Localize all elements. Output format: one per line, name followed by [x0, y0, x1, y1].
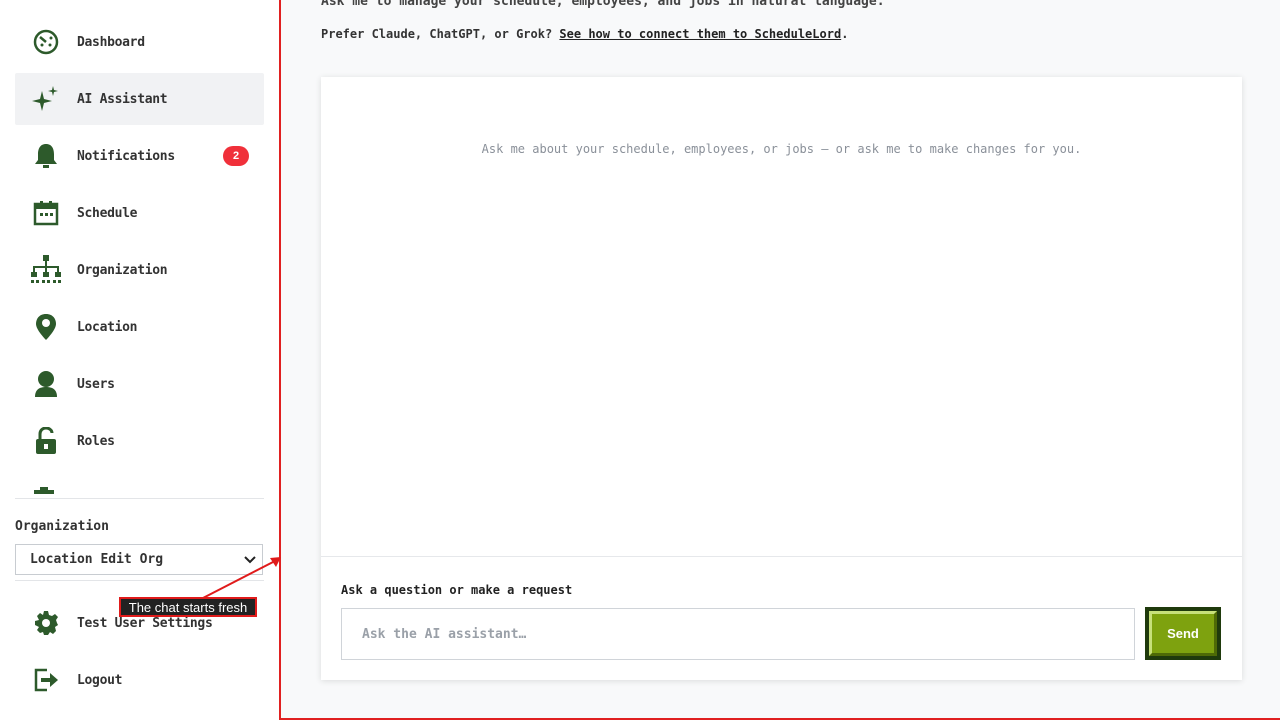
organization-select[interactable]: Location Edit Org [15, 544, 263, 575]
sidebar-item-roles[interactable]: Roles [15, 415, 264, 467]
chat-divider [321, 556, 1242, 557]
sidebar-item-label: AI Assistant [77, 91, 168, 107]
sidebar-item-users[interactable]: Users [15, 358, 264, 410]
main-content: Ask me to manage your schedule, employee… [279, 0, 1280, 720]
org-chart-icon [30, 254, 62, 286]
sidebar-item-label: Users [77, 376, 115, 392]
chat-input-label: Ask a question or make a request [341, 583, 573, 597]
map-pin-icon [30, 311, 62, 343]
connect-note-suffix: . [841, 27, 849, 41]
chat-empty-message: Ask me about your schedule, employees, o… [481, 142, 1082, 156]
sidebar-item-label: Roles [77, 433, 115, 449]
notification-count-badge: 2 [223, 146, 249, 166]
organization-label: Organization [15, 519, 109, 534]
user-icon [30, 368, 62, 400]
sidebar-item-dashboard[interactable]: Dashboard [15, 16, 264, 68]
connect-guide-link[interactable]: See how to connect them to ScheduleLord [559, 27, 841, 41]
sidebar-item-organization[interactable]: Organization [15, 244, 264, 296]
calendar-icon [30, 197, 62, 229]
lock-icon [30, 425, 62, 457]
annotation-label: The chat starts fresh [119, 597, 257, 617]
sidebar-item-label: Test User Settings [77, 615, 213, 631]
page-intro: Ask me to manage your schedule, employee… [321, 0, 885, 9]
sidebar-divider [15, 580, 264, 581]
dashboard-icon [30, 26, 62, 58]
gear-icon [30, 607, 62, 639]
sidebar-item-label: Organization [77, 262, 168, 278]
send-button[interactable]: Send [1145, 607, 1221, 660]
logout-icon [30, 664, 62, 696]
chat-panel: Ask me about your schedule, employees, o… [321, 77, 1242, 680]
sidebar-item-label: Schedule [77, 205, 138, 221]
sidebar-item-logout[interactable]: Logout [15, 654, 264, 706]
sidebar-item-ai-assistant[interactable]: AI Assistant [15, 73, 264, 125]
sidebar-item-label: Location [77, 319, 138, 335]
sidebar-item-notifications[interactable]: Notifications 2 [15, 130, 264, 182]
sidebar-item-label: Logout [77, 672, 123, 688]
sidebar-item-label: Dashboard [77, 34, 145, 50]
connect-note-text: Prefer Claude, ChatGPT, or Grok? [321, 27, 560, 41]
partially-visible-nav-icon [30, 484, 62, 494]
sidebar-divider [15, 498, 264, 499]
organization-select-value: Location Edit Org [30, 552, 164, 567]
chat-input[interactable] [341, 608, 1135, 660]
chevron-down-icon [244, 554, 256, 569]
bell-icon [30, 140, 62, 172]
sidebar-item-location[interactable]: Location [15, 301, 264, 353]
sparkle-icon [30, 83, 62, 115]
send-button-label: Send [1149, 611, 1217, 656]
sidebar-item-schedule[interactable]: Schedule [15, 187, 264, 239]
sidebar-item-label: Notifications [77, 148, 175, 164]
connect-note: Prefer Claude, ChatGPT, or Grok? See how… [321, 27, 848, 41]
